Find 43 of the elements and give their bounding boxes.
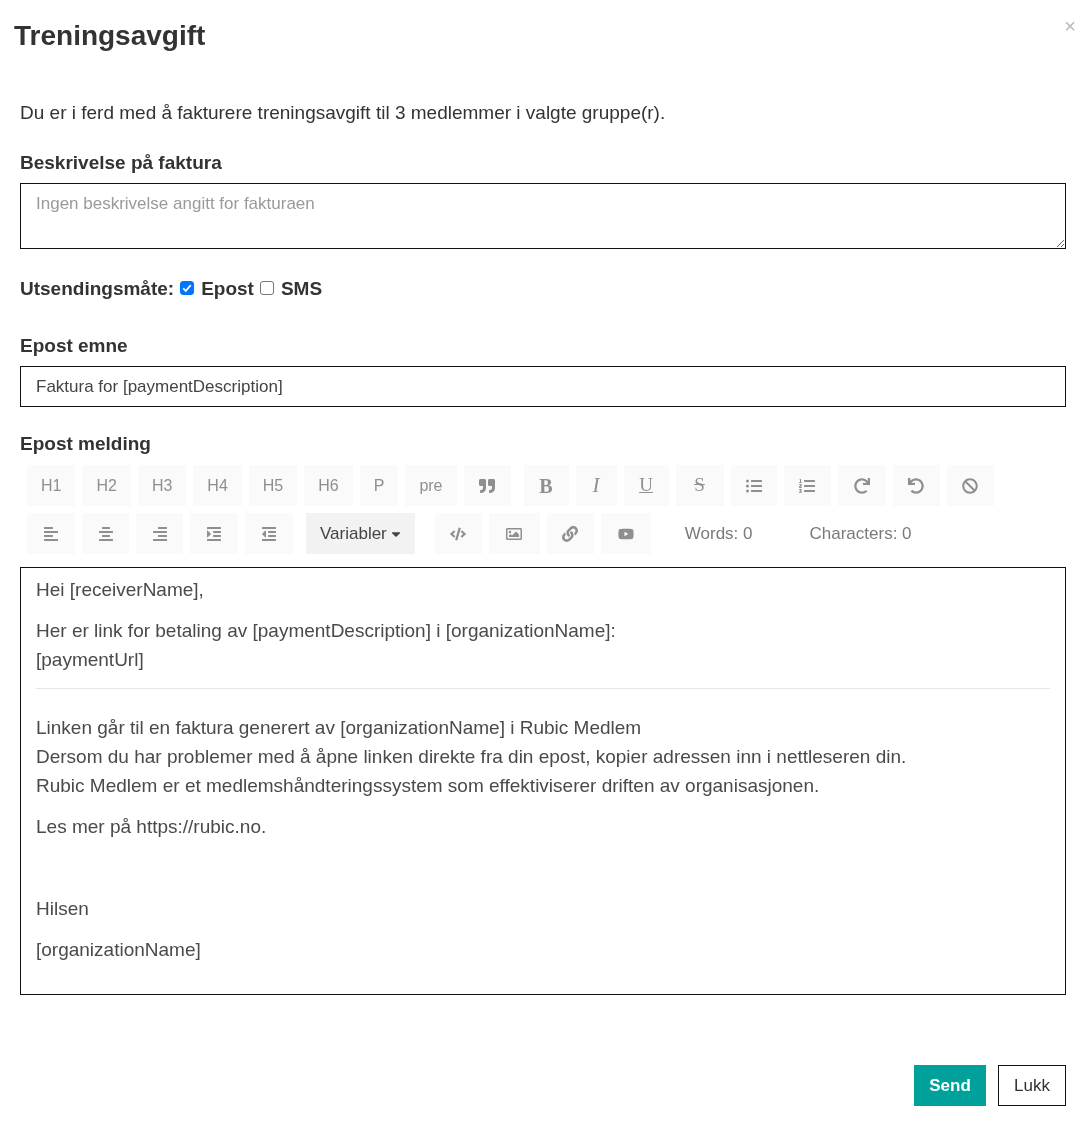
link-icon — [562, 525, 579, 542]
field-label: Epost emne — [20, 334, 129, 358]
quote-icon — [479, 477, 495, 494]
message-text: Hei [receiverName], — [36, 578, 204, 602]
close-button[interactable]: × — [1064, 16, 1076, 36]
message-text: Dersom du har problemer med å åpne linken direkte fra din epost, kopier adressen inn i nettleseren din. — [36, 745, 907, 769]
message-editor[interactable] — [20, 567, 1066, 995]
message-text: Her er link for betaling av [paymentDescription] i [organizationName]: — [36, 619, 616, 643]
counterclockwise-arrow-icon — [908, 477, 924, 494]
send-button[interactable]: Send — [914, 1065, 986, 1106]
checkbox-label[interactable]: SMS — [280, 276, 323, 302]
field-label: Beskrivelse på faktura — [20, 151, 223, 175]
message-text: Les mer på https://rubic.no. — [36, 815, 267, 839]
checkbox[interactable] — [259, 281, 274, 295]
align-center-icon — [97, 525, 114, 542]
bulleted-list-icon — [745, 477, 762, 494]
message-text: Rubic Medlem er et medlemshåndteringssystem som effektiviserer driften av organisasjonen. — [36, 774, 820, 798]
clockwise-arrow-icon — [853, 477, 870, 494]
check-icon — [182, 283, 193, 293]
message-text: [paymentUrl] — [36, 648, 144, 672]
counter-text: Characters: 0 — [809, 522, 912, 545]
outdent-icon — [261, 525, 277, 542]
close-dialog-button[interactable]: Lukk — [998, 1065, 1066, 1106]
numbered-list-icon — [799, 477, 815, 494]
indent-icon — [206, 525, 222, 542]
message-text: [organizationName] — [36, 938, 201, 962]
dialog-title: Treningsavgift — [14, 19, 206, 53]
checkbox-label[interactable]: Epost — [201, 276, 254, 302]
message-text: Linken går til en faktura generert av [organizationName] i Rubic Medlem — [36, 716, 642, 740]
image-icon — [506, 525, 523, 542]
prohibited-icon — [962, 477, 978, 494]
message-text: Hilsen — [36, 897, 89, 921]
intro-text: Du er i ferd med å fakturere treningsavgift til 3 medlemmer i valgte gruppe(r). — [20, 101, 667, 125]
delivery-label: Utsendingsmåte: — [20, 277, 175, 301]
code-icon — [450, 525, 467, 542]
subject-field[interactable]: Faktura for [paymentDescription] — [20, 366, 1066, 407]
counter-text: Words: 0 — [684, 522, 753, 545]
align-right-icon — [151, 525, 168, 542]
checkbox[interactable] — [180, 281, 195, 295]
align-left-icon — [43, 525, 59, 542]
description-field[interactable]: Ingen beskrivelse angitt for fakturaen — [20, 183, 1066, 249]
field-label: Epost melding — [20, 432, 152, 456]
variables-dropdown[interactable]: Variabler — [306, 513, 415, 554]
